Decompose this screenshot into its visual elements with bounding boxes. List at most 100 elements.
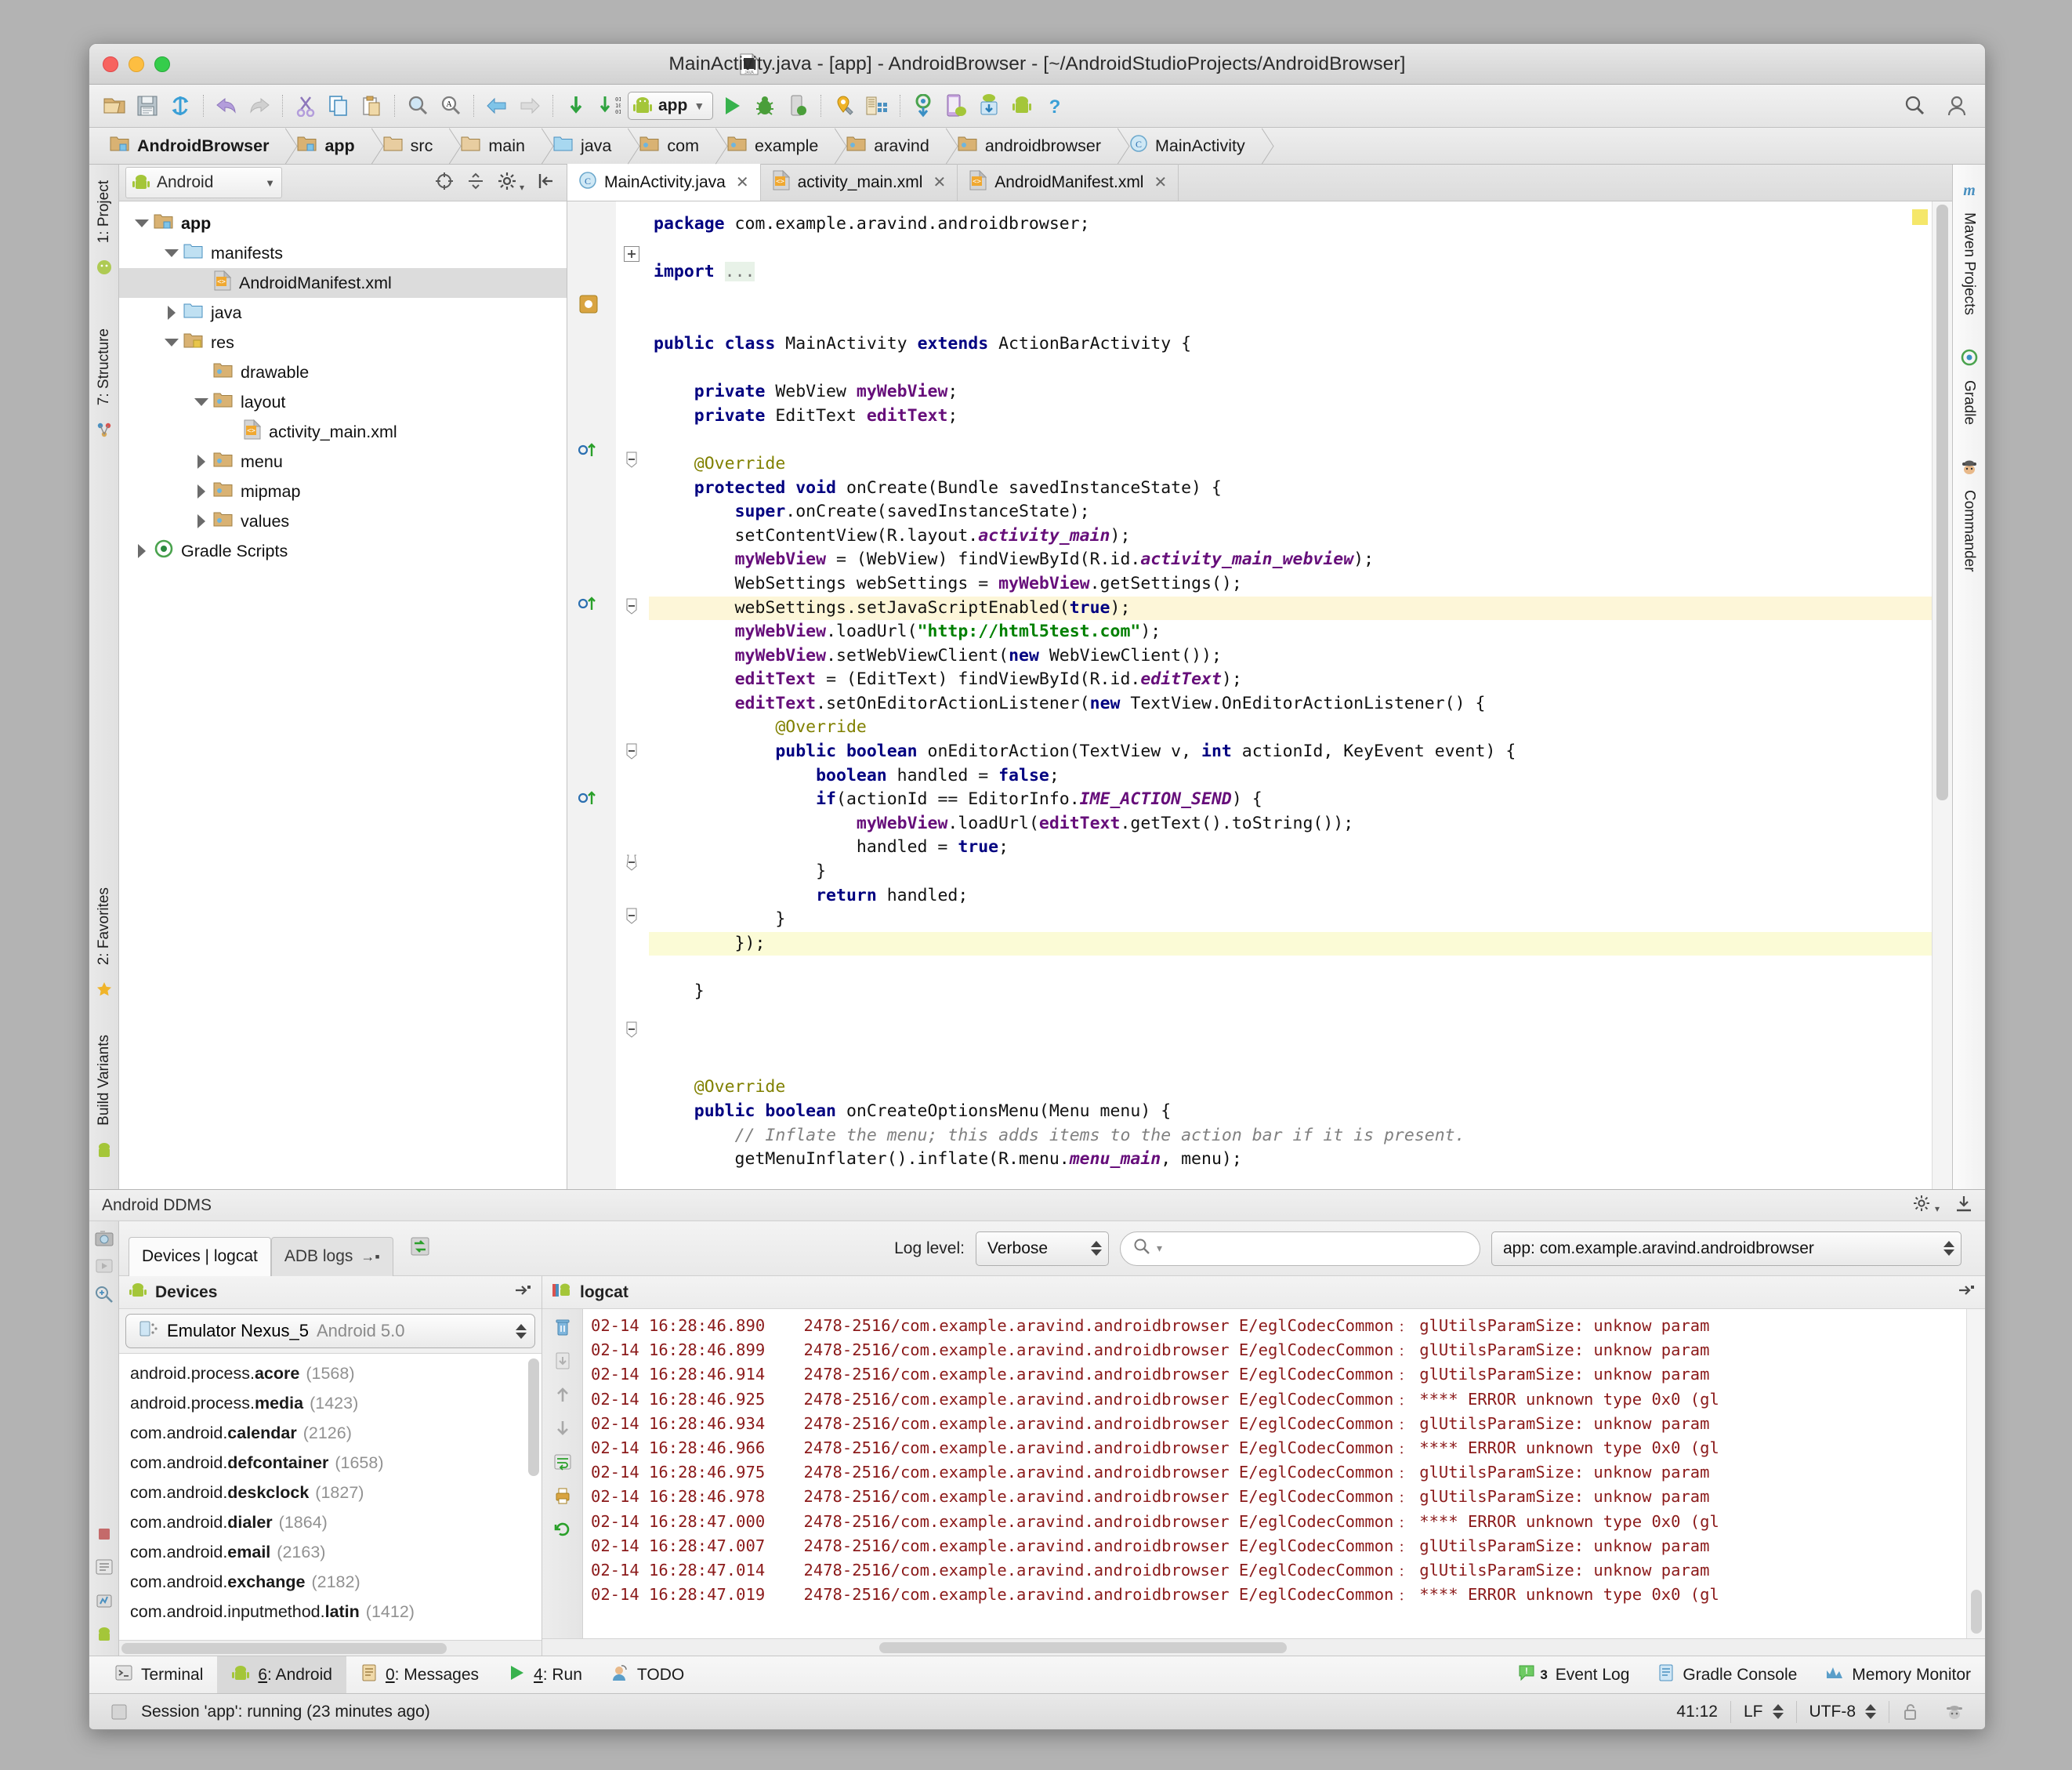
tool-window-button-6-android[interactable]: 6: Android xyxy=(217,1656,346,1694)
code-line[interactable]: public boolean onCreateOptionsMenu(Menu … xyxy=(649,1100,1952,1124)
spinner-arrows-icon[interactable] xyxy=(1865,1704,1876,1719)
editor-tab-activity-main-xml[interactable]: <>activity_main.xml✕ xyxy=(761,164,958,201)
tree-node-mipmap[interactable]: mipmap xyxy=(119,477,567,506)
log-level-selector[interactable]: Verbose xyxy=(976,1231,1109,1266)
process-list[interactable]: android.process.acore(1568)android.proce… xyxy=(119,1354,542,1640)
scroll-up-icon[interactable] xyxy=(552,1384,573,1409)
editor-tab-mainactivity-java[interactable]: CMainActivity.java✕ xyxy=(567,164,761,201)
code-line[interactable]: myWebView.setWebViewClient(new WebViewCl… xyxy=(649,644,1952,669)
logcat-line[interactable]: 02-14 16:28:46.966 2478-2516/com.example… xyxy=(591,1436,1966,1460)
code-line[interactable]: getMenuInflater().inflate(R.menu.menu_ma… xyxy=(649,1148,1952,1172)
logcat-line[interactable]: 02-14 16:28:46.934 2478-2516/com.example… xyxy=(591,1412,1966,1436)
close-tab-icon[interactable]: ✕ xyxy=(933,172,946,192)
run-button[interactable] xyxy=(718,92,746,120)
process-list-scrollbar-thumb[interactable] xyxy=(528,1358,539,1476)
attach-debugger-button[interactable] xyxy=(784,92,812,120)
process-list-item[interactable]: com.android.inputmethod.latin(1412) xyxy=(119,1597,542,1627)
sidebar-item-project[interactable]: 1: Project xyxy=(96,174,113,249)
sidebar-item-favorites[interactable]: 2: Favorites xyxy=(96,881,113,971)
process-list-item[interactable]: com.android.defcontainer(1658) xyxy=(119,1448,542,1478)
code-line[interactable] xyxy=(649,1004,1952,1028)
logcat-line[interactable]: 02-14 16:28:47.019 2478-2516/com.example… xyxy=(591,1583,1966,1607)
tool-window-button-memory-monitor[interactable]: Memory Monitor xyxy=(1811,1656,1985,1694)
code-line[interactable]: // Inflate the menu; this adds items to … xyxy=(649,1124,1952,1148)
tree-node-res[interactable]: res xyxy=(119,328,567,357)
fold-collapse-icon[interactable] xyxy=(624,907,639,928)
scroll-from-source-icon[interactable] xyxy=(435,172,454,194)
fold-collapse-icon[interactable] xyxy=(624,854,639,875)
restart-logcat-icon[interactable] xyxy=(552,1519,573,1543)
avd-manager-icon[interactable] xyxy=(830,92,858,120)
override-method-icon[interactable] xyxy=(578,595,599,616)
chevron-down-icon[interactable]: ▼ xyxy=(694,100,705,112)
code-line[interactable]: } xyxy=(649,980,1952,1004)
code-line[interactable]: webSettings.setJavaScriptEnabled(true); xyxy=(649,597,1952,621)
code-folding-strip[interactable] xyxy=(616,201,649,1189)
tree-node-activity-main-xml[interactable]: <>activity_main.xml xyxy=(119,417,567,447)
search-everywhere-icon[interactable] xyxy=(1900,92,1929,120)
fold-expand-icon[interactable] xyxy=(624,246,639,262)
tool-window-buttons-left[interactable]: Terminal6: Android0: Messages4: RunTODO xyxy=(100,1656,698,1694)
tree-node-manifests[interactable]: manifests xyxy=(119,238,567,268)
tree-node-java[interactable]: java xyxy=(119,298,567,328)
maven-icon[interactable]: m xyxy=(1959,180,1980,203)
logcat-vertical-scrollbar[interactable] xyxy=(1966,1309,1985,1638)
source-code[interactable]: package com.example.aravind.androidbrows… xyxy=(649,201,1952,1189)
code-line[interactable]: package com.example.aravind.androidbrows… xyxy=(649,212,1952,237)
logcat-line[interactable]: 02-14 16:28:47.014 2478-2516/com.example… xyxy=(591,1558,1966,1583)
restore-layout-icon[interactable] xyxy=(409,1235,431,1261)
android-view-icon[interactable] xyxy=(96,259,113,280)
clear-logcat-icon[interactable] xyxy=(552,1317,573,1341)
scrollbar-thumb[interactable] xyxy=(879,1642,1287,1653)
status-progress-icon[interactable] xyxy=(97,1699,141,1725)
editor-tab-androidmanifest-xml[interactable]: <>AndroidManifest.xml✕ xyxy=(958,164,1179,201)
run-configuration-selector[interactable]: app ▼ xyxy=(628,92,713,120)
copy-icon[interactable] xyxy=(324,92,353,120)
app-filter-selector[interactable]: app: com.example.aravind.androidbrowser xyxy=(1491,1231,1962,1266)
process-list-item[interactable]: com.android.email(2163) xyxy=(119,1537,542,1567)
code-line[interactable] xyxy=(649,428,1952,452)
structure-icon[interactable] xyxy=(96,421,113,442)
minimize-panel-icon[interactable] xyxy=(513,1282,532,1303)
project-tree[interactable]: appmanifests<>AndroidManifest.xmljavares… xyxy=(119,201,567,1189)
scrollbar-thumb[interactable] xyxy=(1936,205,1948,800)
caret-position[interactable]: 41:12 xyxy=(1664,1699,1730,1725)
logcat-line[interactable]: 02-14 16:28:46.914 2478-2516/com.example… xyxy=(591,1362,1966,1387)
hide-panel-icon[interactable] xyxy=(1955,1195,1972,1217)
code-line[interactable]: editText.setOnEditorActionListener(new T… xyxy=(649,692,1952,716)
sidebar-item-maven-projects[interactable]: Maven Projects xyxy=(1961,206,1978,321)
breadcrumb-item-main[interactable]: main xyxy=(450,128,530,165)
chevron-down-icon[interactable] xyxy=(160,249,183,257)
android-device-monitor-icon[interactable] xyxy=(1008,92,1036,120)
spinner-arrows-icon[interactable] xyxy=(516,1324,527,1339)
breadcrumb-item-mainactivity[interactable]: CMainActivity xyxy=(1118,128,1250,165)
tool-window-button-gradle-console[interactable]: Gradle Console xyxy=(1643,1656,1811,1694)
chevron-down-icon[interactable]: ▼ xyxy=(265,177,275,189)
code-line[interactable]: import ... xyxy=(649,260,1952,285)
star-icon[interactable] xyxy=(96,981,113,1002)
unlocked-icon[interactable] xyxy=(1889,1699,1932,1725)
code-line[interactable]: }); xyxy=(649,932,1952,956)
code-line[interactable] xyxy=(649,285,1952,309)
code-line[interactable] xyxy=(649,956,1952,980)
help-icon[interactable]: ? xyxy=(1041,92,1069,120)
system-information-icon[interactable] xyxy=(94,1284,114,1307)
chevron-right-icon[interactable] xyxy=(190,484,213,499)
code-line[interactable] xyxy=(649,357,1952,381)
open-folder-icon[interactable] xyxy=(100,92,129,120)
ddms-tab-devices-logcat[interactable]: Devices | logcat xyxy=(129,1237,271,1276)
minimize-panel-icon[interactable] xyxy=(1957,1282,1976,1303)
build-variants-icon[interactable] xyxy=(96,1141,113,1162)
tree-node-androidmanifest-xml[interactable]: <>AndroidManifest.xml xyxy=(119,268,567,298)
undo-icon[interactable] xyxy=(212,92,241,120)
breadcrumb-item-androidbrowser[interactable]: AndroidBrowser xyxy=(99,128,273,165)
code-line[interactable]: editText = (EditText) findViewById(R.id.… xyxy=(649,668,1952,692)
sync-gradle-icon[interactable] xyxy=(909,92,937,120)
chevron-down-icon[interactable]: ▾ xyxy=(1157,1242,1162,1255)
logcat-line[interactable]: 02-14 16:28:46.890 2478-2516/com.example… xyxy=(591,1314,1966,1338)
breadcrumb-item-example[interactable]: example xyxy=(716,128,823,165)
editor-viewport[interactable]: package com.example.aravind.androidbrows… xyxy=(567,201,1952,1189)
code-line[interactable]: @Override xyxy=(649,716,1952,740)
ddms-tab-adb-logs[interactable]: ADB logs→▪ xyxy=(271,1237,393,1276)
process-list-item[interactable]: com.android.calendar(2126) xyxy=(119,1418,542,1448)
